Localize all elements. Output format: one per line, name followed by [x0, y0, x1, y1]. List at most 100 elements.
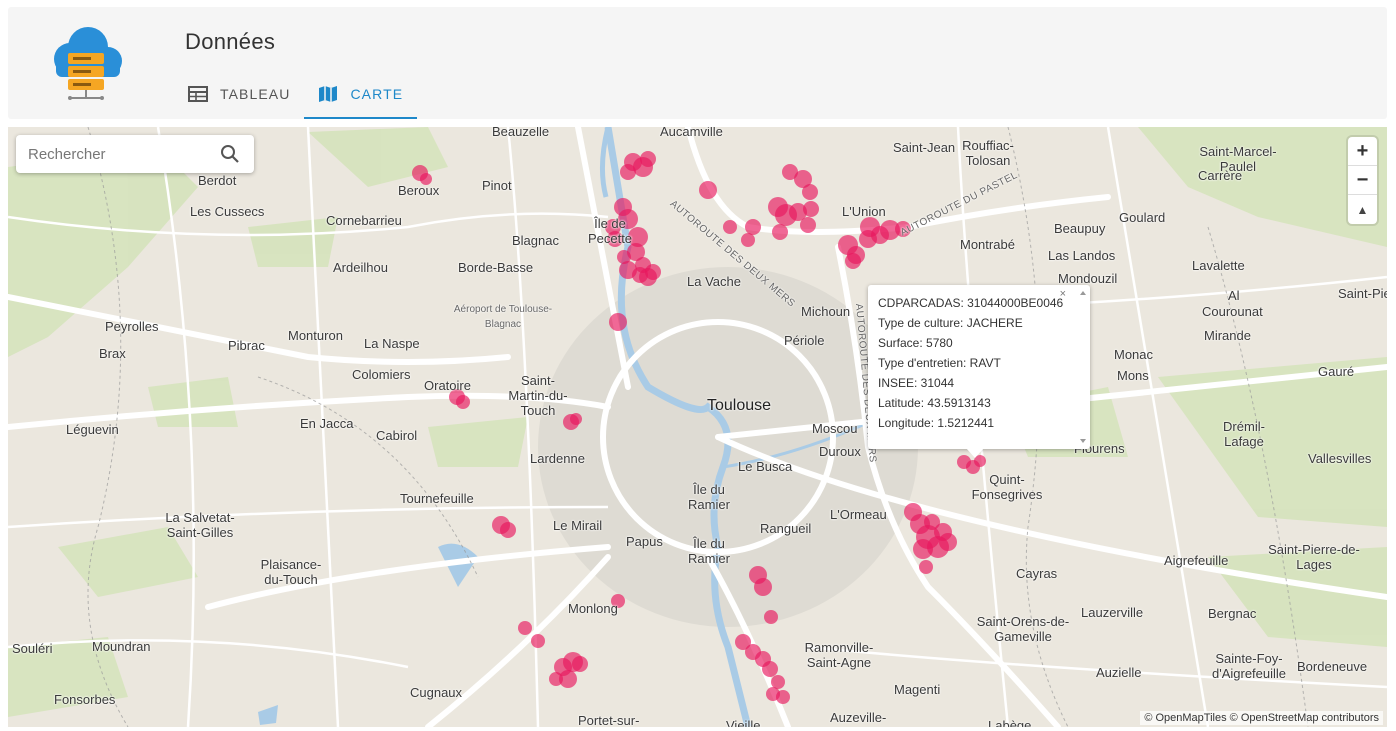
place-label: Moundran [92, 639, 151, 654]
parcel-marker[interactable] [754, 578, 772, 596]
parcel-marker[interactable] [699, 181, 717, 199]
popup-tip [966, 448, 984, 458]
popup-line: Type de culture: JACHERE [878, 316, 1023, 330]
place-label: Rangueil [760, 521, 812, 536]
parcel-marker[interactable] [640, 151, 656, 167]
place-label: Vieille [726, 718, 761, 727]
place-label: Le Mirail [553, 518, 603, 533]
place-label: Léguevin [66, 422, 119, 437]
place-label: Ramonville-Saint-Agne [804, 640, 874, 670]
place-label: Saint-Pierre-de-Lages [1268, 542, 1360, 572]
place-label: Aéroport de Toulouse-Blagnac [453, 304, 553, 330]
place-label: Drémil-Lafage [1223, 419, 1265, 449]
place-label: Magenti [894, 682, 941, 697]
zoom-in-button[interactable]: + [1348, 137, 1377, 166]
place-label: Monlong [568, 601, 618, 616]
place-label: Cabirol [376, 428, 418, 443]
place-label: Bordeneuve [1297, 659, 1368, 674]
place-label: Souléri [12, 641, 53, 656]
parcel-marker[interactable] [776, 690, 790, 704]
parcel-marker[interactable] [518, 621, 532, 635]
place-label: Carrère [1198, 168, 1243, 183]
parcel-marker[interactable] [741, 233, 755, 247]
parcel-marker[interactable] [764, 610, 778, 624]
place-label: Toulouse [707, 397, 772, 414]
place-label: Blagnac [512, 233, 559, 248]
place-label: La Naspe [364, 336, 420, 351]
place-label: Colomiers [352, 367, 411, 382]
place-label: La Salvetat-Saint-Gilles [165, 510, 235, 540]
place-label: Bergnac [1208, 606, 1257, 621]
place-label: Auzeville- [830, 710, 887, 725]
place-label: Cugnaux [410, 685, 463, 700]
parcel-marker[interactable] [723, 220, 737, 234]
place-label: Auzielle [1096, 665, 1142, 680]
place-label: Saint-Orens-de-Gameville [976, 614, 1070, 644]
parcel-marker[interactable] [531, 634, 545, 648]
parcel-marker[interactable] [620, 164, 636, 180]
place-label: Beroux [398, 183, 440, 198]
place-label: L'Union [842, 204, 886, 219]
app-header: Données TABLEAU CARTE [8, 7, 1387, 119]
page-title: Données [185, 29, 276, 54]
popup-line: Longitude: 1.5212441 [878, 416, 995, 430]
parcel-marker[interactable] [762, 661, 778, 677]
cloud-server-logo [48, 21, 124, 101]
parcel-marker[interactable] [845, 253, 861, 269]
place-label: Peyrolles [105, 319, 159, 334]
parcel-popup: × CDPARCADAS: 31044000BE0046 Type de cul… [868, 285, 1090, 458]
place-label: Lardenne [530, 451, 585, 466]
parcel-marker[interactable] [609, 313, 627, 331]
view-tabs: TABLEAU CARTE [174, 73, 417, 119]
compass-button[interactable]: ▲ [1348, 195, 1377, 224]
popup-scrollbar[interactable] [1078, 289, 1088, 445]
parcel-marker[interactable] [800, 217, 816, 233]
place-label: Lavalette [1192, 258, 1245, 273]
place-label: Papus [626, 534, 663, 549]
tab-tableau[interactable]: TABLEAU [174, 73, 304, 115]
place-label: Plaisance-du-Touch [260, 557, 322, 587]
parcel-marker[interactable] [572, 656, 588, 672]
parcel-marker[interactable] [549, 672, 563, 686]
place-label: Mirande [1204, 328, 1251, 343]
parcel-marker[interactable] [745, 219, 761, 235]
place-label: Tournefeuille [400, 491, 474, 506]
map-view[interactable]: Beauzelle Aucamville Saint-Jean Rouffiac… [8, 127, 1387, 727]
place-label: Périole [784, 333, 825, 348]
place-label: Saint-Martin-du-Touch [508, 373, 568, 418]
place-label: Courounat [1202, 304, 1263, 319]
place-label: Gauré [1318, 364, 1355, 379]
parcel-marker[interactable] [859, 230, 877, 248]
parcel-marker[interactable] [771, 675, 785, 689]
parcel-marker[interactable] [803, 201, 819, 217]
parcel-marker[interactable] [617, 250, 631, 264]
parcel-marker[interactable] [913, 539, 933, 559]
zoom-out-button[interactable]: − [1348, 166, 1377, 195]
parcel-marker[interactable] [500, 522, 516, 538]
place-label: Mons [1117, 368, 1149, 383]
place-label: Fonsorbes [54, 692, 116, 707]
tab-carte[interactable]: CARTE [304, 73, 417, 119]
place-label: Saint-Jean [893, 140, 956, 155]
place-label: Île de Pecette [587, 216, 633, 246]
close-icon[interactable]: × [1060, 288, 1066, 300]
search-icon[interactable] [220, 144, 240, 169]
place-label: L'Ormeau [830, 507, 887, 522]
place-label: Goulard [1119, 210, 1166, 225]
popup-line: CDPARCADAS: 31044000BE0046 [878, 296, 1064, 310]
parcel-marker[interactable] [645, 264, 661, 280]
place-label: Berdot [198, 173, 237, 188]
parcel-marker[interactable] [802, 184, 818, 200]
place-label: Rouffiac-Tolosan [962, 138, 1014, 168]
place-label: Brax [99, 346, 126, 361]
place-label: Les Cussecs [190, 204, 265, 219]
place-label: Michoun [801, 304, 851, 319]
parcel-marker[interactable] [772, 224, 788, 240]
place-label: Beauzelle [492, 127, 550, 139]
search-input[interactable] [16, 145, 216, 163]
place-label: Île du Ramier [688, 536, 730, 566]
place-label: Borde-Basse [458, 260, 534, 275]
parcel-marker[interactable] [924, 514, 940, 530]
parcel-marker[interactable] [919, 560, 933, 574]
parcel-marker[interactable] [456, 395, 470, 409]
